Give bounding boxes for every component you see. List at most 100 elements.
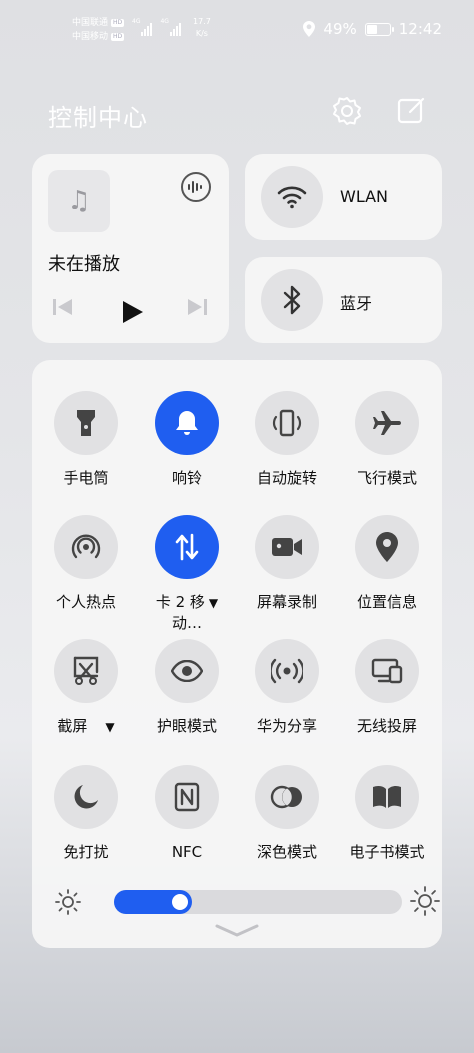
tile-hotspot[interactable]: 个人热点 — [36, 515, 136, 612]
tile-location[interactable]: 位置信息 — [337, 515, 437, 612]
dropdown-caret-icon[interactable]: ▼ — [105, 720, 114, 734]
play-icon[interactable] — [120, 300, 144, 324]
edit-icon[interactable] — [396, 96, 426, 126]
chevron-down-icon[interactable] — [214, 921, 260, 939]
moon-icon — [74, 785, 98, 809]
tile-mobile-data[interactable]: 卡 2 移 ▼ 动… — [137, 515, 237, 633]
tile-do-not-disturb[interactable]: 免打扰 — [36, 765, 136, 862]
speed-value: 17.7 — [193, 17, 211, 26]
tile-wireless-projection[interactable]: 无线投屏 — [337, 639, 437, 736]
brightness-slider[interactable] — [114, 890, 402, 914]
page-title: 控制中心 — [48, 104, 148, 132]
tile-huawei-share[interactable]: 华为分享 — [237, 639, 337, 736]
wlan-toggle[interactable] — [261, 166, 323, 228]
tile-label: 手电筒 — [63, 469, 109, 487]
battery-percent: 49% — [323, 20, 357, 38]
tile-flashlight[interactable]: 手电筒 — [36, 391, 136, 488]
tile-label: 屏幕录制 — [256, 593, 317, 611]
tile-nfc[interactable]: NFC — [137, 765, 237, 862]
tile-ebook-mode[interactable]: 电子书模式 — [337, 765, 437, 862]
tile-label: 飞行模式 — [356, 469, 417, 487]
next-track-icon[interactable] — [186, 298, 208, 316]
tile-label-text: 截屏 — [57, 717, 88, 735]
media-player-card[interactable]: ♫ 未在播放 — [32, 154, 229, 343]
tile-label: 无线投屏 — [356, 717, 417, 735]
tile-label: 响铃 — [171, 469, 202, 487]
tile-screenshot[interactable]: 截屏 ▼ — [36, 639, 136, 737]
net-type-2: 4G — [160, 18, 169, 25]
tile-button[interactable] — [155, 765, 219, 829]
tile-label-line1: 卡 2 移 — [155, 593, 205, 611]
tile-airplane[interactable]: 飞行模式 — [337, 391, 437, 488]
previous-track-icon[interactable] — [52, 298, 74, 316]
tile-button[interactable] — [355, 391, 419, 455]
tile-dark-mode[interactable]: 深色模式 — [237, 765, 337, 862]
tile-ringer[interactable]: 响铃 — [137, 391, 237, 488]
tile-label: 个人热点 — [55, 593, 116, 611]
tile-button[interactable] — [54, 391, 118, 455]
bluetooth-card[interactable]: 蓝牙 — [245, 257, 442, 343]
tile-label: 截屏 ▼ — [36, 716, 136, 737]
tile-button[interactable] — [355, 765, 419, 829]
music-note-icon: ♫ — [67, 186, 91, 216]
airplane-icon — [373, 411, 401, 435]
location-icon — [376, 532, 398, 562]
mobile-data-icon — [175, 533, 199, 561]
tile-button[interactable] — [54, 765, 118, 829]
tile-button[interactable] — [255, 391, 319, 455]
tile-screen-record[interactable]: 屏幕录制 — [237, 515, 337, 612]
tile-auto-rotate[interactable]: 自动旋转 — [237, 391, 337, 488]
tile-button[interactable] — [355, 639, 419, 703]
status-bar: 中国联通 HD 中国移动 HD 4G 4G 17.7 K/s 49% 12:42 — [0, 0, 474, 60]
bluetooth-icon — [283, 285, 301, 315]
clock: 12:42 — [398, 20, 442, 38]
eye-icon — [171, 660, 203, 682]
tile-label: 自动旋转 — [256, 469, 317, 487]
auto-rotate-icon — [272, 409, 302, 437]
screen-record-icon — [272, 538, 302, 556]
tile-label: 深色模式 — [256, 843, 317, 861]
huawei-share-icon — [271, 658, 303, 684]
audio-output-button[interactable] — [181, 172, 211, 202]
brightness-knob[interactable] — [172, 894, 188, 910]
tile-label-line2: 动… — [171, 614, 202, 632]
carrier-2: 中国移动 — [72, 32, 109, 42]
tile-button[interactable] — [255, 515, 319, 579]
screenshot-icon — [73, 656, 99, 685]
location-status-icon — [303, 21, 316, 37]
wlan-card[interactable]: WLAN — [245, 154, 442, 240]
net-type-1: 4G — [132, 18, 141, 25]
brightness-high-icon — [410, 886, 440, 916]
network-speed: 17.7 K/s — [193, 16, 211, 40]
bluetooth-label: 蓝牙 — [340, 294, 373, 313]
wifi-icon — [277, 186, 307, 209]
tile-label: 卡 2 移 ▼ 动… — [137, 592, 237, 633]
tile-button[interactable] — [355, 515, 419, 579]
tile-label: 位置信息 — [356, 593, 417, 611]
tile-button[interactable] — [255, 639, 319, 703]
bluetooth-toggle[interactable] — [261, 269, 323, 331]
wlan-label: WLAN — [340, 187, 389, 206]
quick-toggles-panel: 手电筒 响铃 自动旋转 飞行模式 个人热点 卡 2 移 ▼ 动… 屏幕录制 位置… — [32, 360, 442, 948]
gear-icon[interactable] — [332, 96, 362, 126]
tile-label: 电子书模式 — [349, 843, 425, 861]
tile-button[interactable] — [255, 765, 319, 829]
tile-button[interactable] — [54, 515, 118, 579]
tile-label: 免打扰 — [63, 843, 109, 861]
battery-fill — [366, 24, 377, 34]
tile-button[interactable] — [54, 639, 118, 703]
wireless-projection-icon — [371, 658, 403, 684]
speed-unit: K/s — [195, 29, 208, 38]
hd-badge: HD — [111, 19, 125, 27]
ebook-icon — [373, 785, 401, 808]
tile-eye-comfort[interactable]: 护眼模式 — [137, 639, 237, 736]
tile-button[interactable] — [155, 515, 219, 579]
dropdown-caret-icon[interactable]: ▼ — [209, 596, 218, 610]
tile-button[interactable] — [155, 391, 219, 455]
carrier-info: 中国联通 HD 中国移动 HD — [72, 16, 125, 44]
audio-wave-icon — [188, 181, 202, 193]
hd-badge: HD — [111, 33, 125, 41]
hotspot-icon — [71, 534, 101, 559]
tile-button[interactable] — [155, 639, 219, 703]
signal-strength: 4G 4G — [132, 18, 181, 36]
